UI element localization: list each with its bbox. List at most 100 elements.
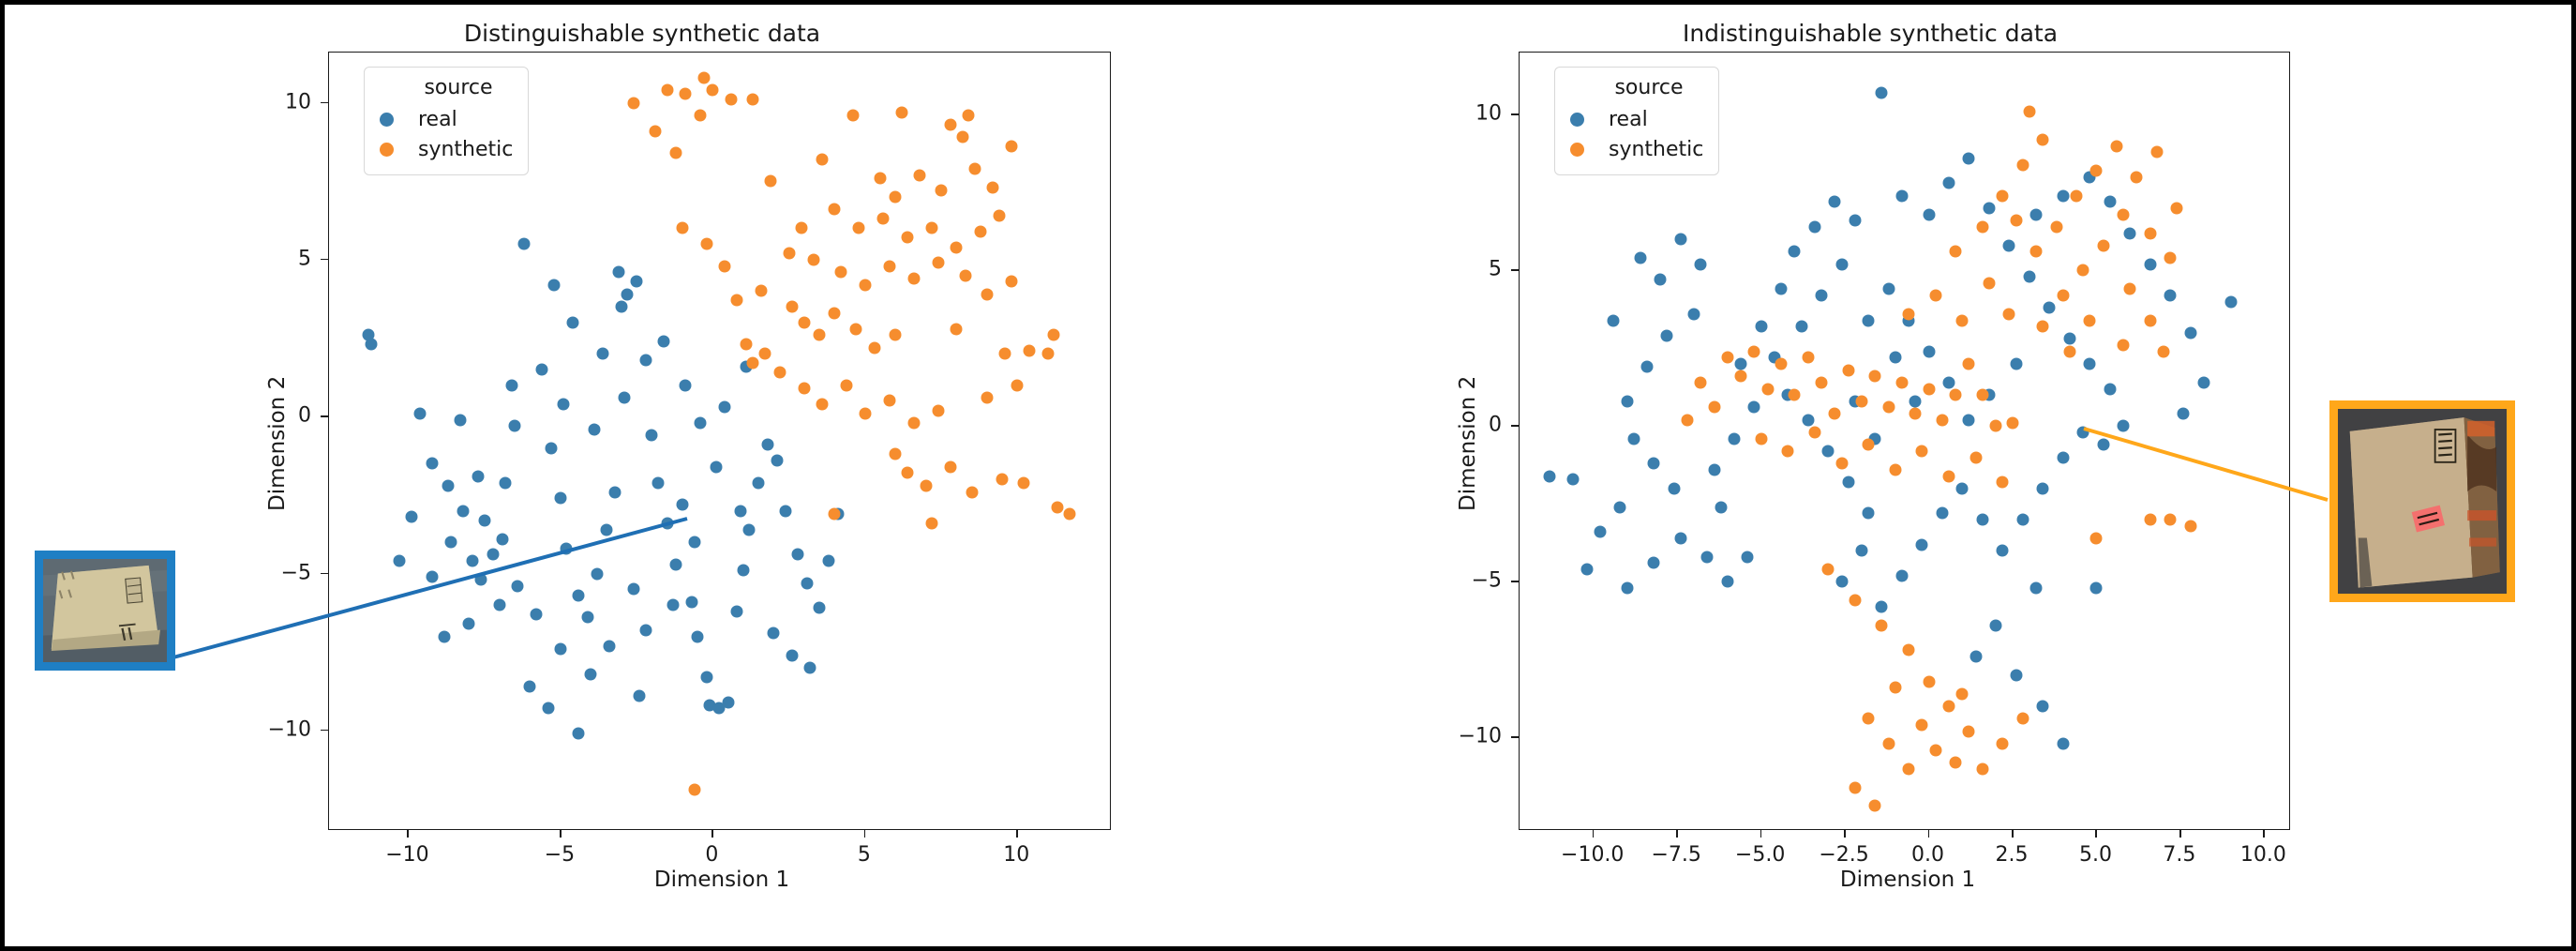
data-point-synthetic [1868,799,1881,812]
y-tick-label: 10 [285,90,311,114]
data-point-real [535,363,548,376]
data-point-synthetic [2006,416,2019,430]
chart-title-right: Indistinguishable synthetic data [1682,20,2059,47]
data-point-real [1708,463,1721,476]
data-point-real [2057,451,2070,464]
data-point-synthetic [834,265,847,279]
data-point-synthetic [974,225,987,238]
data-point-synthetic [740,338,753,351]
data-point-real [557,398,570,411]
data-point-synthetic [907,416,921,430]
real-box-photo [43,559,167,662]
data-point-real [1741,551,1754,564]
data-point-real [1674,532,1687,545]
data-point-synthetic [913,169,926,182]
legend-item-real[interactable]: real [380,104,513,134]
y-tick-label: −10 [267,717,311,742]
legend-item-real[interactable]: real [1570,104,1703,134]
data-point-real [1875,600,1888,613]
data-point-synthetic [2016,712,2029,725]
data-point-synthetic [2076,264,2089,277]
y-tick-label: 5 [1489,257,1502,281]
data-point-real [608,486,622,499]
data-point-synthetic [1755,432,1768,445]
data-point-synthetic [1889,681,1902,694]
x-tick-mark [1927,830,1930,838]
inset-image-left[interactable] [35,551,175,671]
data-point-synthetic [1942,470,1955,483]
data-point-synthetic [996,473,1009,486]
data-point-real [618,391,631,404]
data-point-real [487,548,500,561]
data-point-synthetic [2130,171,2143,184]
data-point-synthetic [1996,737,2009,750]
legend-left[interactable]: source real synthetic [364,67,529,175]
data-point-synthetic [1849,594,1862,607]
x-tick-label: 7.5 [2163,843,2196,867]
data-point-synthetic [1005,275,1018,288]
data-point-synthetic [925,517,938,530]
data-point-real [600,523,613,536]
data-point-synthetic [2016,158,2029,172]
data-point-real [496,533,509,546]
data-point-real [803,661,816,674]
data-point-synthetic [868,341,881,355]
data-point-real [1566,473,1580,486]
data-point-real [1775,282,1788,295]
x-tick-mark [1844,830,1846,838]
legend-item-synthetic[interactable]: synthetic [1570,134,1703,164]
data-point-real [1996,544,2009,557]
data-point-real [2010,669,2023,682]
data-point-real [791,548,804,561]
data-point-real [722,696,735,709]
data-point-real [615,300,628,313]
x-tick-mark [2179,830,2181,838]
data-point-real [472,470,485,483]
data-point-synthetic [950,323,963,336]
inset-image-right[interactable] [2329,400,2515,602]
data-point-synthetic [2083,314,2096,327]
data-point-real [405,510,418,523]
data-point-synthetic [700,237,713,250]
data-point-synthetic [2036,133,2049,146]
data-point-synthetic [718,260,731,273]
data-point-real [1647,556,1660,569]
data-point-synthetic [1875,619,1888,632]
data-point-synthetic [1862,438,1875,451]
data-point-synthetic [1976,388,1989,401]
data-point-synthetic [1976,220,1989,234]
data-point-real [572,727,585,740]
data-point-synthetic [944,118,957,131]
data-point-real [1808,220,1821,234]
y-axis-label-right: Dimension 2 [1456,375,1480,511]
data-point-real [1543,470,1556,483]
data-point-synthetic [1915,718,1928,732]
y-tick-label: 5 [298,247,311,271]
y-tick-mark [321,572,328,575]
data-point-real [679,379,692,392]
data-point-real [779,505,792,518]
data-point-real [499,476,512,489]
data-point-synthetic [816,153,829,166]
data-point-synthetic [1976,762,1989,776]
data-point-real [474,573,487,586]
data-point-real [761,438,774,451]
data-point-synthetic [889,447,902,460]
data-point-synthetic [649,125,662,138]
data-point-synthetic [1989,419,2002,432]
data-point-real [1700,551,1714,564]
data-point-synthetic [2097,239,2110,252]
data-point-real [771,454,784,467]
data-point-real [742,523,756,536]
data-point-synthetic [895,106,908,119]
legend-item-synthetic[interactable]: synthetic [380,134,513,164]
data-point-synthetic [1955,687,1969,701]
legend-right[interactable]: source real synthetic [1554,67,1719,175]
x-tick-label: 10.0 [2239,843,2286,867]
data-point-real [1715,501,1728,514]
data-point-real [633,689,646,702]
x-tick-mark [1760,830,1762,838]
data-point-real [2164,289,2177,302]
data-point-real [730,605,743,618]
x-tick-mark [1592,830,1595,838]
